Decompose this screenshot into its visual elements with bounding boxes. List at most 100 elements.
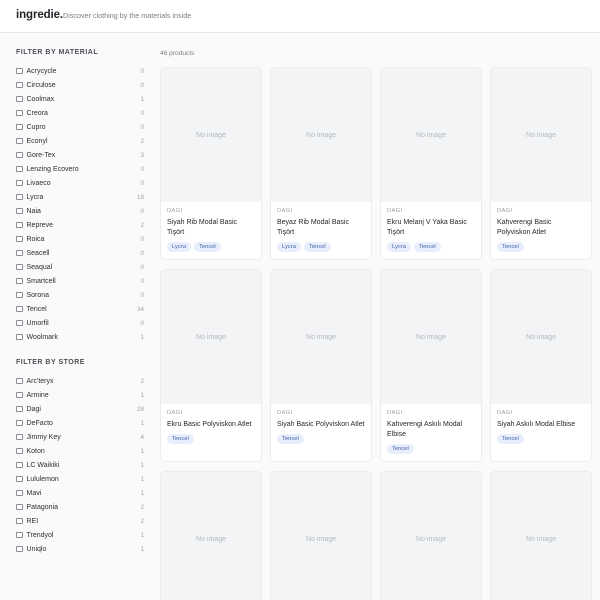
material-tag[interactable]: Tencel [193,242,221,252]
material-filter-sorona[interactable]: Sorona 0 [16,289,144,301]
material-filter-tencel[interactable]: Tencel 34 [16,303,144,315]
store-filter-lc-waikiki[interactable]: LC Waikiki 1 [16,459,144,471]
filter-checkbox[interactable] [16,545,23,553]
filter-checkbox[interactable] [16,319,23,327]
filter-checkbox[interactable] [16,305,23,313]
filter-checkbox[interactable] [16,207,23,215]
store-filter-mavi[interactable]: Mavi 1 [16,487,144,499]
store-filter-arc-teryx[interactable]: Arc'teryx 2 [16,375,144,387]
material-filter-lenzing-ecovero[interactable]: Lenzing Ecovero 0 [16,163,144,175]
material-filter-lycra[interactable]: Lycra 18 [16,191,144,203]
product-card[interactable]: No image DAGI Siyah Askılı Modal Elbise Ten… [490,269,592,462]
product-image-placeholder[interactable]: No image [161,270,261,404]
material-tag[interactable]: Tencel [413,242,441,252]
material-tag[interactable]: Lycra [167,242,191,252]
filter-checkbox[interactable] [16,517,23,525]
filter-checkbox[interactable] [16,165,23,173]
product-name[interactable]: Kahverengi Basic Polyviskon Atlet [497,218,585,238]
product-card[interactable]: No image DAGI Kahverengi Askılı Modal Elbi… [380,269,482,462]
material-tag[interactable]: Tencel [303,242,331,252]
product-card[interactable]: No image DAGI Kahverengi Basic Polyviskon … [490,67,592,260]
product-card[interactable]: No image [380,471,482,600]
filter-checkbox[interactable] [16,109,23,117]
material-tag[interactable]: Tencel [497,242,524,252]
material-filter-acrycycle[interactable]: Acrycycle 0 [16,65,144,77]
material-filter-umorfil[interactable]: Umorfil 0 [16,317,144,329]
site-logo[interactable]: ingredie. [16,9,63,21]
filter-checkbox[interactable] [16,333,23,341]
product-image-placeholder[interactable]: No image [381,270,481,404]
filter-checkbox[interactable] [16,447,23,455]
filter-checkbox[interactable] [16,263,23,271]
store-filter-armine[interactable]: Armine 1 [16,389,144,401]
product-card[interactable]: No image [270,471,372,600]
filter-checkbox[interactable] [16,489,23,497]
product-image-placeholder[interactable]: No image [271,68,371,202]
filter-checkbox[interactable] [16,461,23,469]
product-card[interactable]: No image DAGI Siyah Basic Polyviskon Atlet… [270,269,372,462]
store-filter-defacto[interactable]: DeFacto 1 [16,417,144,429]
product-card[interactable]: No image DAGI Siyah Rib Modal Basic Tişört… [160,67,262,260]
store-filter-trendyol[interactable]: Trendyol 1 [16,529,144,541]
store-filter-jimmy-key[interactable]: Jimmy Key 4 [16,431,144,443]
material-filter-livaeco[interactable]: Livaeco 0 [16,177,144,189]
filter-checkbox[interactable] [16,419,23,427]
product-card[interactable]: No image DAGI Ekru Basic Polyviskon Atlet T… [160,269,262,462]
material-tag[interactable]: Tencel [167,434,194,444]
product-card[interactable]: No image [490,471,592,600]
material-filter-smartcell[interactable]: Smartcell 0 [16,275,144,287]
material-filter-creora[interactable]: Creora 0 [16,107,144,119]
product-image-placeholder[interactable]: No image [161,68,261,202]
material-filter-roica[interactable]: Roica 0 [16,233,144,245]
material-filter-cupro[interactable]: Cupro 0 [16,121,144,133]
material-tag[interactable]: Tencel [497,434,524,444]
filter-checkbox[interactable] [16,123,23,131]
material-filter-econyl[interactable]: Econyl 2 [16,135,144,147]
filter-checkbox[interactable] [16,193,23,201]
filter-checkbox[interactable] [16,277,23,285]
store-filter-rei[interactable]: REI 2 [16,515,144,527]
product-image-placeholder[interactable]: No image [491,472,591,600]
material-filter-coolmax[interactable]: Coolmax 1 [16,93,144,105]
material-tag[interactable]: Lycra [387,242,411,252]
filter-checkbox[interactable] [16,377,23,385]
filter-checkbox[interactable] [16,221,23,229]
material-filter-gore-tex[interactable]: Gore-Tex 3 [16,149,144,161]
material-filter-repreve[interactable]: Repreve 2 [16,219,144,231]
material-tag[interactable]: Tencel [277,434,304,444]
filter-checkbox[interactable] [16,95,23,103]
product-image-placeholder[interactable]: No image [491,68,591,202]
filter-checkbox[interactable] [16,249,23,257]
product-image-placeholder[interactable]: No image [381,472,481,600]
product-card[interactable]: No image [160,471,262,600]
product-image-placeholder[interactable]: No image [271,270,371,404]
store-filter-lululemon[interactable]: Lululemon 1 [16,473,144,485]
filter-checkbox[interactable] [16,503,23,511]
filter-checkbox[interactable] [16,81,23,89]
product-name[interactable]: Siyah Basic Polyviskon Atlet [277,420,365,430]
material-filter-circulose[interactable]: Circulose 0 [16,79,144,91]
product-name[interactable]: Ekru Melanj V Yaka Basic Tişört [387,218,475,238]
material-filter-seaqual[interactable]: Seaqual 0 [16,261,144,273]
material-tag[interactable]: Tencel [387,444,414,454]
store-filter-koton[interactable]: Koton 1 [16,445,144,457]
product-image-placeholder[interactable]: No image [161,472,261,600]
product-name[interactable]: Siyah Rib Modal Basic Tişört [167,218,255,238]
material-filter-seacell[interactable]: Seacell 0 [16,247,144,259]
product-name[interactable]: Ekru Basic Polyviskon Atlet [167,420,255,430]
filter-checkbox[interactable] [16,67,23,75]
filter-checkbox[interactable] [16,475,23,483]
filter-checkbox[interactable] [16,151,23,159]
material-filter-naia[interactable]: Naia 0 [16,205,144,217]
product-card[interactable]: No image DAGI Beyaz Rib Modal Basic Tişört… [270,67,372,260]
product-image-placeholder[interactable]: No image [381,68,481,202]
filter-checkbox[interactable] [16,405,23,413]
filter-checkbox[interactable] [16,531,23,539]
filter-checkbox[interactable] [16,291,23,299]
product-name[interactable]: Kahverengi Askılı Modal Elbise [387,420,475,440]
product-image-placeholder[interactable]: No image [271,472,371,600]
filter-checkbox[interactable] [16,235,23,243]
filter-checkbox[interactable] [16,391,23,399]
material-filter-woolmark[interactable]: Woolmark 1 [16,331,144,343]
filter-checkbox[interactable] [16,179,23,187]
